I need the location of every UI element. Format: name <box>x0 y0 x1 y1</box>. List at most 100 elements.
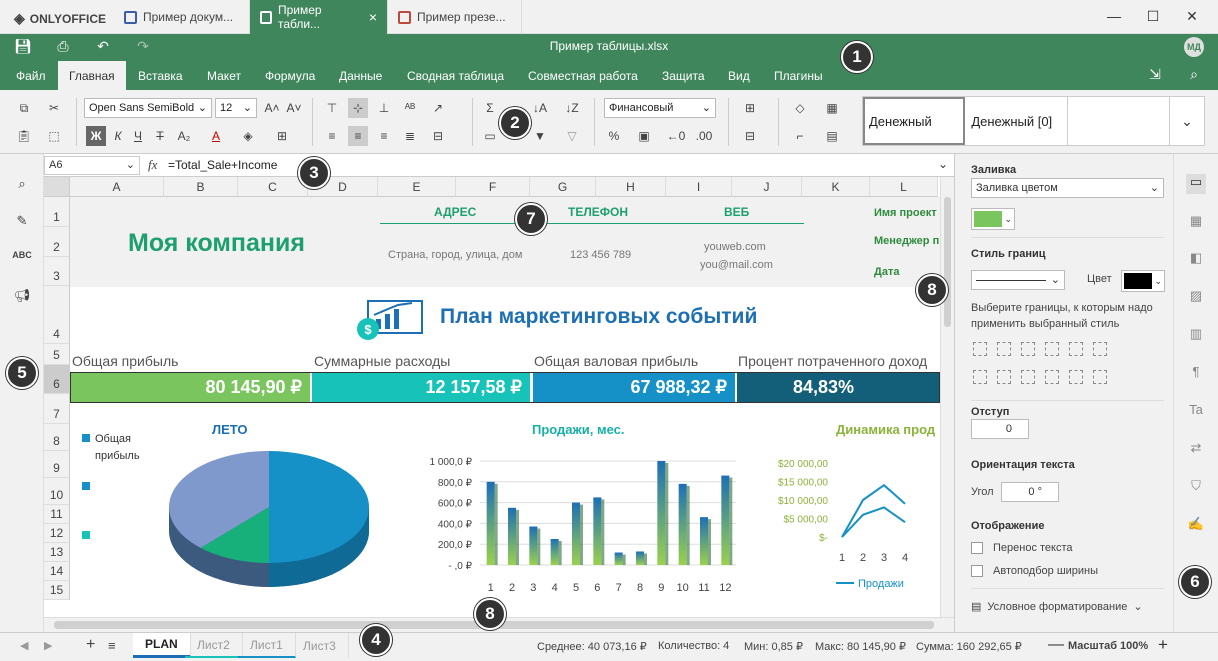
tab-presentation[interactable]: Пример презе... <box>388 0 522 34</box>
indent-input[interactable]: 0 <box>971 419 1029 439</box>
menu-layout[interactable]: Макет <box>196 61 252 90</box>
cut-icon[interactable]: ✂ <box>44 98 64 118</box>
minimize-button[interactable]: — <box>1104 8 1124 24</box>
justify-icon[interactable]: ≣ <box>400 126 420 146</box>
chart-settings-icon[interactable]: ▥ <box>1186 326 1206 346</box>
line-chart[interactable]: $20 000,00 $15 000,00 $10 000,00 $5 000,00 $… <box>770 455 940 595</box>
maximize-button[interactable]: ☐ <box>1143 8 1163 25</box>
sheet-tab[interactable]: Лист3 <box>291 633 349 658</box>
style-currency-0[interactable]: Денежный [0] <box>965 97 1068 145</box>
align-top-icon[interactable]: ⊤ <box>322 98 342 118</box>
border-option-icon[interactable] <box>1021 370 1035 384</box>
zoom-in-icon[interactable]: + <box>1158 635 1168 655</box>
border-option-icon[interactable] <box>1093 370 1107 384</box>
menu-pivot[interactable]: Сводная таблица <box>396 61 515 90</box>
angle-input[interactable]: 0 ° <box>1001 482 1059 502</box>
column-header[interactable]: K <box>802 177 870 197</box>
percent-icon[interactable]: % <box>604 126 624 146</box>
kpi-value[interactable]: 12 157,58 ₽ <box>312 373 530 402</box>
conditional-format-icon[interactable]: ▦ <box>822 98 842 118</box>
column-header[interactable]: C <box>238 177 308 197</box>
column-header[interactable]: B <box>164 177 238 197</box>
sum-icon[interactable]: Σ <box>480 98 500 118</box>
strikethrough-icon[interactable]: T <box>150 126 170 146</box>
select-all-corner[interactable] <box>44 177 70 197</box>
copy-icon[interactable]: ⧉ <box>14 98 34 118</box>
chevron-down-icon[interactable]: ⌄ <box>1170 97 1204 145</box>
pivot-settings-icon[interactable]: ⇄ <box>1186 440 1206 460</box>
tab-spreadsheet[interactable]: Пример табли... × <box>250 0 388 34</box>
fill-color-icon[interactable]: ◈ <box>238 126 258 146</box>
comments-icon[interactable]: ✎ <box>12 213 32 233</box>
delete-cells-icon[interactable]: ⊟ <box>740 126 760 146</box>
fx-icon[interactable]: fx <box>148 157 157 173</box>
feedback-icon[interactable]: 📢︎ <box>12 288 32 308</box>
menu-insert[interactable]: Вставка <box>127 61 194 90</box>
named-range-icon[interactable]: ▭ <box>480 126 500 146</box>
column-header[interactable]: G <box>530 177 596 197</box>
formula-input[interactable]: =Total_Sale+Income <box>168 158 277 172</box>
style-empty[interactable] <box>1068 97 1170 145</box>
column-header[interactable]: H <box>596 177 666 197</box>
kpi-value[interactable]: 80 145,90 ₽ <box>70 373 310 402</box>
slicer-settings-icon[interactable]: ⛉ <box>1186 478 1206 498</box>
align-left-icon[interactable]: ≡ <box>322 126 342 146</box>
align-center-icon[interactable]: ≡ <box>348 126 368 146</box>
vertical-scrollbar[interactable] <box>940 177 954 617</box>
close-window-button[interactable]: ✕ <box>1182 8 1202 25</box>
menu-view[interactable]: Вид <box>717 61 761 90</box>
sheet-tab-plan[interactable]: PLAN <box>133 633 191 658</box>
spellcheck-icon[interactable]: ABC <box>12 250 32 270</box>
tab-document[interactable]: Пример докум... <box>114 0 250 34</box>
menu-protection[interactable]: Защита <box>651 61 716 90</box>
table-settings-icon[interactable]: ▦ <box>1186 213 1206 233</box>
filter-icon[interactable]: ▼ <box>530 126 550 146</box>
border-option-icon[interactable] <box>1069 370 1083 384</box>
row-header[interactable]: 2 <box>44 227 70 257</box>
border-option-icon[interactable] <box>997 342 1011 356</box>
insert-cells-icon[interactable]: ⊞ <box>740 98 760 118</box>
row-header[interactable]: 7 <box>44 394 70 424</box>
paste-icon[interactable]: 📋︎ <box>14 126 34 146</box>
close-tab-icon[interactable]: × <box>369 9 377 25</box>
menu-plugins[interactable]: Плагины <box>763 61 834 90</box>
menu-data[interactable]: Данные <box>328 61 393 90</box>
open-location-icon[interactable]: ⇲ <box>1144 66 1166 83</box>
align-right-icon[interactable]: ≡ <box>374 126 394 146</box>
menu-home[interactable]: Главная <box>58 61 126 90</box>
currency-icon[interactable]: ▣ <box>634 126 654 146</box>
increase-decimal-icon[interactable]: .00 <box>694 126 714 146</box>
zoom-level[interactable]: Масштаб 100% <box>1068 640 1148 652</box>
row-header[interactable]: 9 <box>44 451 70 478</box>
fill-color-picker[interactable]: ⌄ <box>971 208 1015 230</box>
sheet-next-icon[interactable]: ▶ <box>44 639 52 652</box>
text-art-icon[interactable]: Ta <box>1186 402 1206 422</box>
border-option-icon[interactable] <box>1093 342 1107 356</box>
kpi-value[interactable]: 84,83% <box>737 373 940 402</box>
menu-collaboration[interactable]: Совместная работа <box>517 61 649 90</box>
zoom-out-icon[interactable]: — <box>1048 636 1064 654</box>
row-header[interactable]: 11 <box>44 505 70 524</box>
row-header[interactable]: 14 <box>44 562 70 581</box>
copy-style-icon[interactable]: ⌐ <box>790 126 810 146</box>
font-color-icon[interactable]: A <box>206 126 226 146</box>
sort-desc-icon[interactable]: ↓Z <box>562 98 582 118</box>
row-header[interactable]: 5 <box>44 344 70 365</box>
fill-type-select[interactable]: Заливка цветом ⌄ <box>971 178 1164 198</box>
autofit-checkbox[interactable] <box>971 565 983 577</box>
name-box[interactable]: A6 ⌄ <box>44 156 140 175</box>
cell-settings-icon[interactable]: ▭ <box>1186 174 1206 194</box>
decrease-decimal-icon[interactable]: ←0 <box>666 126 686 146</box>
paragraph-settings-icon[interactable]: ¶ <box>1186 364 1206 384</box>
underline-icon[interactable]: Ч <box>128 126 148 146</box>
pie-chart[interactable] <box>164 447 384 587</box>
shape-settings-icon[interactable]: ◧ <box>1186 250 1206 270</box>
row-header[interactable]: 3 <box>44 257 70 286</box>
sheet-tab[interactable]: Лист2 <box>185 633 243 658</box>
border-option-icon[interactable] <box>1045 342 1059 356</box>
row-header[interactable]: 12 <box>44 524 70 543</box>
kpi-value[interactable]: 67 988,32 ₽ <box>533 373 735 402</box>
column-header[interactable]: A <box>70 177 164 197</box>
border-color-picker[interactable]: ⌄ <box>1121 270 1165 292</box>
sort-asc-icon[interactable]: ↓A <box>530 98 550 118</box>
